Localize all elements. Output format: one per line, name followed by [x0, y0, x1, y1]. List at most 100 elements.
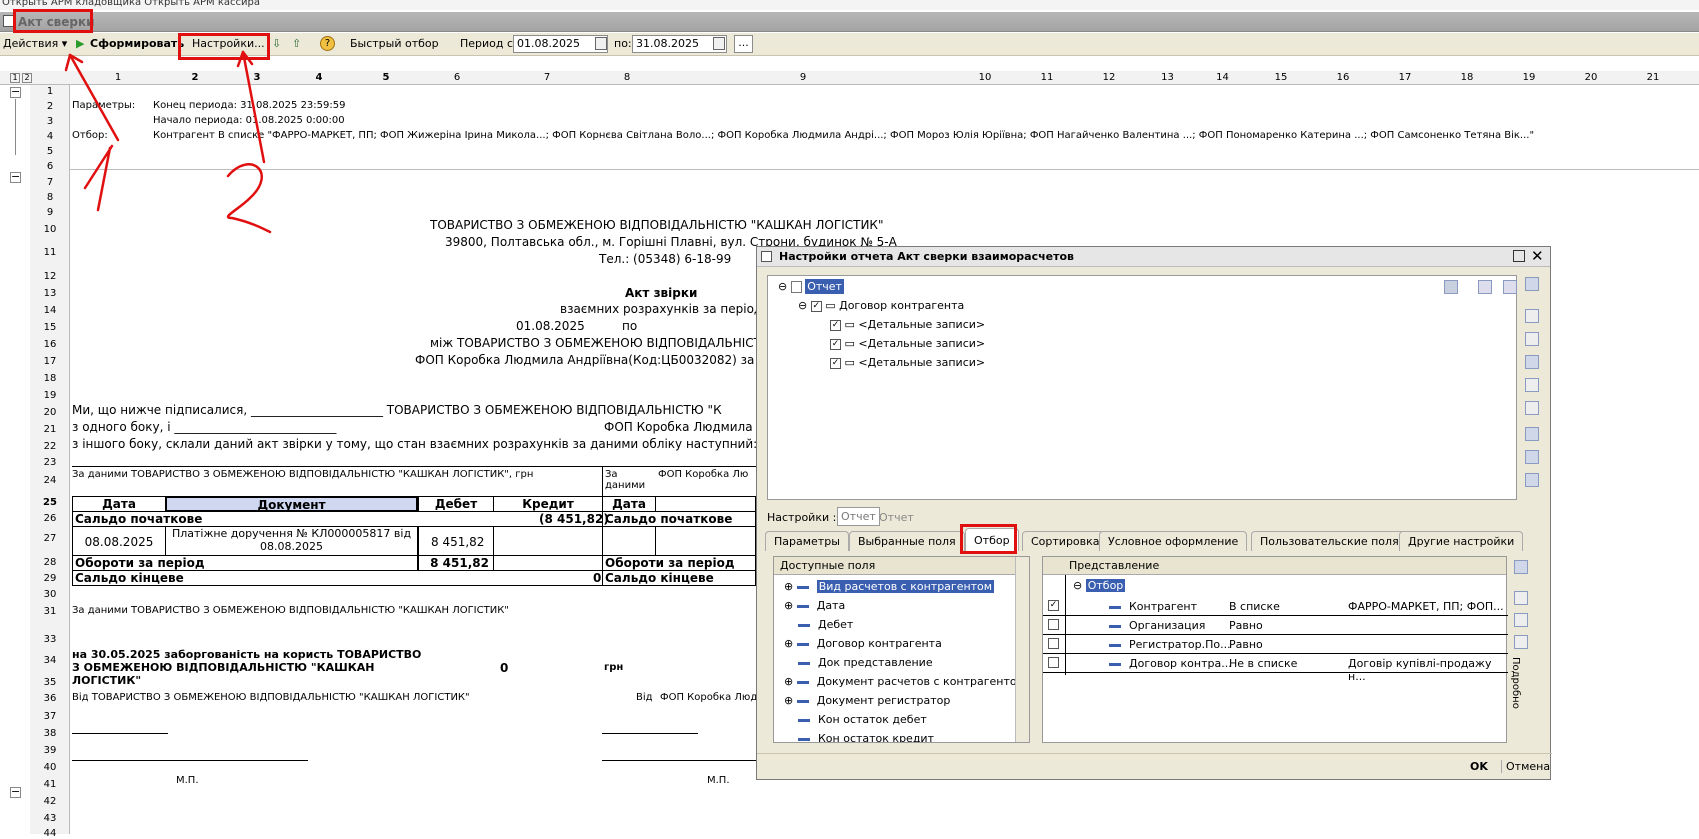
field-label: Кон остаток кредит — [818, 732, 934, 742]
delete-icon[interactable] — [1525, 332, 1539, 346]
scrollbar[interactable] — [1015, 557, 1029, 742]
properties-icon[interactable] — [1525, 355, 1539, 369]
details-toggle[interactable]: Подробно — [1510, 657, 1521, 709]
cancel-button[interactable]: Отмена — [1501, 760, 1550, 773]
field-item[interactable]: Кон остаток дебет — [798, 713, 927, 726]
field-label: Договор контрагента — [816, 637, 942, 650]
report-icon — [761, 251, 772, 262]
add-icon[interactable] — [1525, 277, 1539, 291]
doc-icon — [790, 281, 802, 293]
field-label: Кон остаток дебет — [818, 713, 927, 726]
field-item[interactable]: Кон остаток кредит — [798, 732, 934, 742]
tab-conditional[interactable]: Условное оформление — [1099, 531, 1248, 551]
tab-user-fields[interactable]: Пользовательские поля — [1251, 531, 1408, 551]
settings-report-value: Отчет — [879, 511, 914, 524]
field-item[interactable]: ⊕ Документ расчетов с контрагентом — [784, 675, 1025, 688]
ungroup-icon[interactable] — [1525, 450, 1539, 464]
tree-root[interactable]: ⊖ Отчет — [778, 279, 844, 294]
filter-name: Регистратор.По... — [1129, 638, 1231, 651]
field-icon — [1109, 624, 1121, 628]
ok-button[interactable]: OK — [1470, 760, 1488, 773]
group-icon[interactable] — [1525, 427, 1539, 441]
annotation-box-filter-tab — [960, 524, 1017, 554]
tree-item[interactable]: ✓ ▭ <Детальные записи> — [830, 356, 985, 369]
field-icon — [796, 642, 809, 646]
filter-condition: В списке — [1229, 600, 1280, 613]
filter-condition: Равно — [1229, 638, 1263, 651]
tree-item-label: <Детальные записи> — [858, 356, 986, 369]
tree-root-label: Отчет — [805, 279, 844, 294]
checkbox[interactable]: ✓ — [1048, 600, 1059, 611]
field-label: Дата — [816, 599, 846, 612]
field-icon — [1109, 605, 1121, 609]
arrow-2-line — [241, 50, 266, 164]
report-settings-dialog: Настройки отчета Акт сверки взаиморасчет… — [756, 246, 1552, 780]
filter-row[interactable]: ✓ Контрагент В списке ФАРРО-МАРКЕТ, ПП; … — [1043, 597, 1508, 616]
checkbox[interactable]: ✓ — [830, 338, 841, 350]
field-item[interactable]: Док представление — [798, 656, 933, 669]
available-fields-panel: Доступные поля ⊕ Вид расчетов с контраге… — [773, 556, 1030, 743]
maximize-icon[interactable] — [1513, 250, 1525, 262]
tab-other[interactable]: Другие настройки — [1399, 531, 1524, 551]
field-icon — [796, 604, 809, 608]
tab-parameters[interactable]: Параметры — [765, 531, 849, 551]
digit-1 — [83, 144, 114, 212]
add-icon[interactable] — [1514, 560, 1528, 574]
filter-name: Договор контра... — [1129, 657, 1232, 670]
checkbox[interactable] — [1048, 657, 1059, 668]
fields-icon[interactable] — [1503, 280, 1517, 294]
grouping-icon[interactable] — [1444, 280, 1458, 294]
field-item[interactable]: Дебет — [798, 618, 853, 631]
checkbox[interactable] — [1048, 638, 1059, 649]
checkbox[interactable]: ✓ — [830, 319, 841, 331]
close-icon[interactable]: ✕ — [1531, 247, 1544, 265]
checkbox[interactable]: ✓ — [810, 300, 822, 312]
field-item[interactable]: ⊕ Дата — [784, 599, 845, 612]
field-label: Документ расчетов с контрагентом — [816, 675, 1025, 688]
field-item[interactable]: ⊕ Договор контрагента — [784, 637, 942, 650]
filter-row[interactable]: Регистратор.По... Равно — [1043, 635, 1508, 654]
field-icon — [798, 661, 810, 665]
tree-group[interactable]: ⊖ ✓ ▭ Договор контрагента — [798, 299, 964, 312]
field-icon — [796, 699, 809, 703]
structure-tree: ⊖ Отчет ⊖ ✓ ▭ Договор контрагента ✓ ▭ <Д… — [767, 275, 1517, 500]
move-down-icon[interactable] — [1525, 401, 1539, 415]
settings-report-button[interactable]: Отчет — [837, 507, 880, 526]
field-icon — [798, 718, 810, 722]
tree-item[interactable]: ✓ ▭ <Детальные записи> — [830, 318, 985, 331]
settings-label: Настройки : — [767, 511, 837, 524]
filter-root[interactable]: ⊖ Отбор — [1073, 579, 1126, 592]
tree-item-label: <Детальные записи> — [858, 318, 986, 331]
field-item[interactable]: ⊕ Вид расчетов с контрагентом — [784, 580, 995, 593]
filter-row[interactable]: Организация Равно — [1043, 616, 1508, 635]
tab-sorting[interactable]: Сортировка — [1022, 531, 1109, 551]
checkbox[interactable]: ✓ — [830, 357, 841, 369]
field-label: Дебет — [818, 618, 854, 631]
move-down-icon[interactable] — [1514, 635, 1528, 649]
arrow-1-line — [68, 53, 120, 142]
digit-2 — [226, 163, 272, 234]
available-fields-header: Доступные поля — [774, 557, 1029, 575]
field-icon — [798, 623, 810, 627]
tree-group-label: Договор контрагента — [839, 299, 965, 312]
filter-row[interactable]: Договор контра... Не в списке Договір ку… — [1043, 654, 1508, 683]
delete-icon[interactable] — [1514, 591, 1528, 605]
tab-selected-fields[interactable]: Выбранные поля — [849, 531, 965, 551]
field-icon — [1109, 643, 1121, 647]
move-up-icon[interactable] — [1514, 613, 1528, 627]
field-label: Вид расчетов с контрагентом — [816, 580, 995, 593]
filter-condition: Равно — [1229, 619, 1263, 632]
field-item[interactable]: ⊕ Документ регистратор — [784, 694, 950, 707]
dialog-titlebar: Настройки отчета Акт сверки взаиморасчет… — [757, 247, 1550, 267]
edit-icon[interactable] — [1525, 309, 1539, 323]
move-up-icon[interactable] — [1525, 378, 1539, 392]
restore-icon[interactable] — [1525, 473, 1539, 487]
field-label: Док представление — [818, 656, 933, 669]
filter-icon[interactable] — [1478, 280, 1492, 294]
column-divider — [1065, 575, 1066, 675]
checkbox[interactable] — [1048, 619, 1059, 630]
filter-root-label: Отбор — [1085, 579, 1126, 592]
field-icon — [798, 737, 810, 741]
filter-value: Договір купівлі-продажу н... — [1348, 657, 1492, 683]
tree-item[interactable]: ✓ ▭ <Детальные записи> — [830, 337, 985, 350]
